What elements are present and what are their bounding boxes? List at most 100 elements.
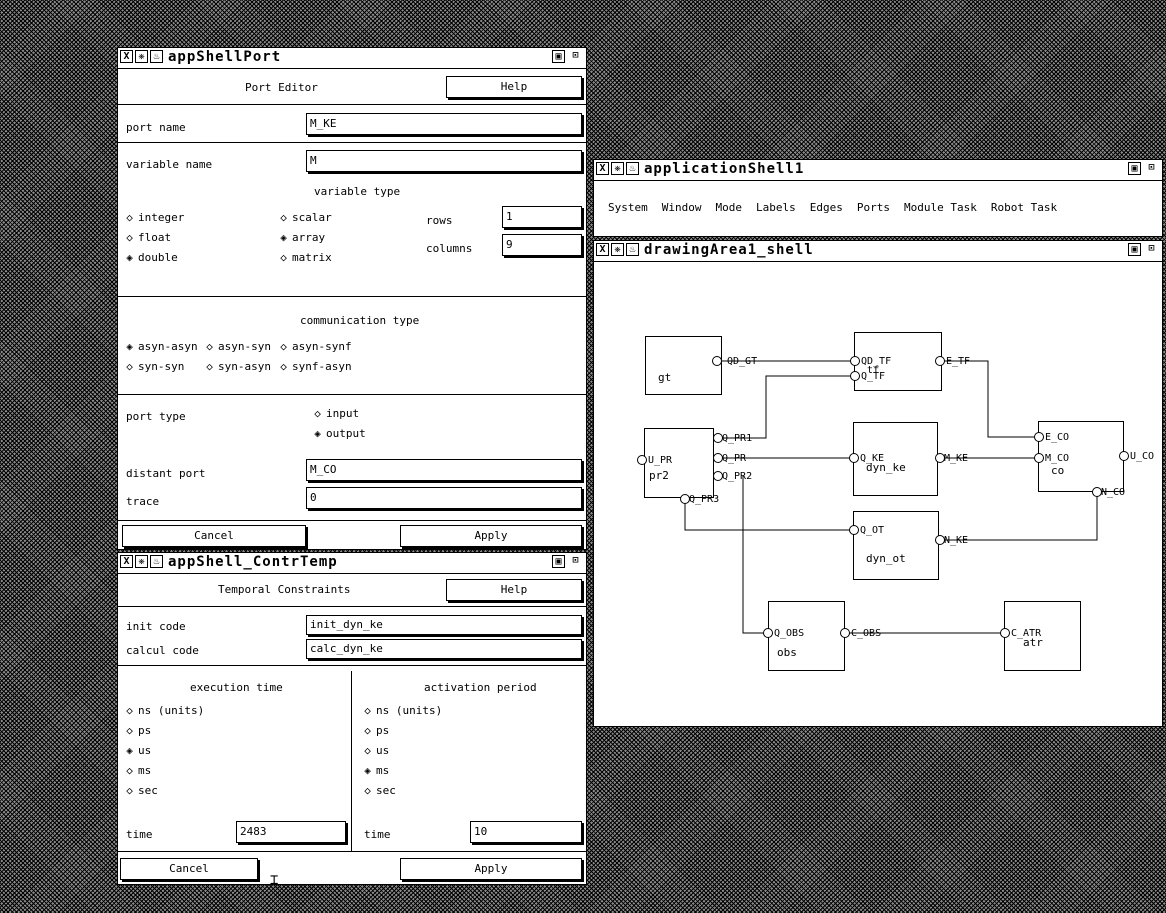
help-button[interactable]: Help [446,579,582,601]
type-radio-float[interactable]: ◇ float [124,231,171,244]
comm-radio-syn-asyn[interactable]: ◇ syn-asyn [204,360,271,373]
exec-unit-radio[interactable]: ◇ ps [124,724,151,737]
port-qd_gt[interactable] [712,356,722,366]
iconify-icon[interactable]: ♨ [626,243,639,256]
port-qd_tf[interactable] [850,356,860,366]
port-type-radio-output[interactable]: ◈ output [312,427,366,440]
port-m_co[interactable] [1034,453,1044,463]
exec-unit-radio[interactable]: ◇ ns (units) [124,704,204,717]
columns-label: columns [426,242,473,255]
init-code-field[interactable]: init_dyn_ke [306,615,582,635]
x-logo-icon[interactable]: X [596,243,609,256]
exec-unit-radio[interactable]: ◇ sec [124,784,158,797]
wire[interactable] [742,476,768,634]
menu-window[interactable]: Window [662,201,702,214]
x-logo-icon[interactable]: X [120,555,133,568]
variable-name-field[interactable]: M [306,150,582,172]
comm-radio-asyn-syn[interactable]: ◇ asyn-syn [204,340,271,353]
port-u_co[interactable] [1119,451,1129,461]
cancel-button[interactable]: Cancel [122,525,306,547]
menu-robot-task[interactable]: Robot Task [991,201,1057,214]
port-name-field[interactable]: M_KE [306,113,582,135]
act-unit-radio[interactable]: ◇ us [362,744,389,757]
type-radio-array[interactable]: ◈ array [278,231,325,244]
minimize-icon[interactable]: ▣ [1128,162,1141,175]
port-u_pr[interactable] [637,455,647,465]
port-label: C_ATR [1011,628,1042,639]
act-time-field[interactable]: 10 [470,821,582,843]
wire[interactable] [940,492,1098,541]
port-label: Q_OT [860,525,885,536]
x-logo-icon[interactable]: X [120,50,133,63]
port-e_tf[interactable] [935,356,945,366]
x-logo-icon[interactable]: X [596,162,609,175]
calcul-code-field[interactable]: calc_dyn_ke [306,639,582,659]
port-e_co[interactable] [1034,432,1044,442]
port-q_obs[interactable] [763,628,773,638]
port-type-radio-input[interactable]: ◇ input [312,407,359,420]
window-menu-icon[interactable]: ❋ [611,243,624,256]
apply-button[interactable]: Apply [400,858,582,880]
comm-radio-asyn-asyn[interactable]: ◈ asyn-asyn [124,340,197,353]
type-radio-scalar[interactable]: ◇ scalar [278,211,332,224]
contr-temp-titlebar[interactable]: X ❋ ♨ appShell_ContrTemp ▣ ⊡ [118,553,586,574]
type-radio-matrix[interactable]: ◇ matrix [278,251,332,264]
window-menu-icon[interactable]: ❋ [611,162,624,175]
act-unit-radio[interactable]: ◇ ns (units) [362,704,442,717]
drawing-canvas[interactable]: gt pr2 dyn_ke co dyn_ot obs atr tf QD_GT QD_TF Q_T… [594,262,1162,726]
menu-edges[interactable]: Edges [810,201,843,214]
apply-button[interactable]: Apply [400,525,582,547]
comm-radio-syn-syn[interactable]: ◇ syn-syn [124,360,184,373]
minimize-icon[interactable]: ▣ [552,555,565,568]
menu-ports[interactable]: Ports [857,201,890,214]
minimize-icon[interactable]: ▣ [1128,243,1141,256]
maximize-icon[interactable]: ⊡ [1145,243,1158,256]
trace-field[interactable]: 0 [306,487,582,509]
act-unit-radio[interactable]: ◇ ps [362,724,389,737]
comm-radio-synf-asyn[interactable]: ◇ synf-asyn [278,360,351,373]
wire[interactable] [765,375,855,406]
minimize-icon[interactable]: ▣ [552,50,565,63]
menu-mode[interactable]: Mode [716,201,743,214]
menu-labels[interactable]: Labels [756,201,796,214]
rows-field[interactable]: 1 [502,206,582,228]
maximize-icon[interactable]: ⊡ [1145,162,1158,175]
wire[interactable] [940,360,1039,438]
radio-unselected-icon: ◇ [364,744,371,757]
exec-unit-radio[interactable]: ◈ us [124,744,151,757]
window-menu-icon[interactable]: ❋ [135,50,148,63]
port-c_obs[interactable] [840,628,850,638]
comm-radio-asyn-synf[interactable]: ◇ asyn-synf [278,340,351,353]
cancel-button[interactable]: Cancel [120,858,258,880]
type-radio-integer[interactable]: ◇ integer [124,211,184,224]
act-unit-radio[interactable]: ◈ ms [362,764,389,777]
window-menu-icon[interactable]: ❋ [135,555,148,568]
port-q_ot[interactable] [849,525,859,535]
drawing-titlebar[interactable]: X ❋ ♨ drawingArea1_shell ▣ ⊡ [594,241,1162,262]
port-editor-titlebar[interactable]: X ❋ ♨ appShellPort ▣ ⊡ [118,48,586,69]
exec-unit-radio[interactable]: ◇ ms [124,764,151,777]
maximize-icon[interactable]: ⊡ [569,555,582,568]
act-unit-radio[interactable]: ◇ sec [362,784,396,797]
port-label: M_KE [944,453,969,464]
port-q_tf[interactable] [850,371,860,381]
maximize-icon[interactable]: ⊡ [569,50,582,63]
help-button[interactable]: Help [446,76,582,98]
iconify-icon[interactable]: ♨ [150,50,163,63]
module-node-gt[interactable]: gt [645,336,722,395]
app-shell-titlebar[interactable]: X ❋ ♨ applicationShell1 ▣ ⊡ [594,160,1162,181]
radio-unselected-icon: ◇ [280,251,287,264]
port-label: M_CO [1045,453,1070,464]
columns-field[interactable]: 9 [502,234,582,256]
distant-port-field[interactable]: M_CO [306,459,582,481]
module-node-dyn_ot[interactable]: dyn_ot [853,511,939,580]
menu-module-task[interactable]: Module Task [904,201,977,214]
port-q_ke[interactable] [849,453,859,463]
exec-time-field[interactable]: 2483 [236,821,346,843]
type-radio-double[interactable]: ◈ double [124,251,178,264]
iconify-icon[interactable]: ♨ [626,162,639,175]
menu-system[interactable]: System [608,201,648,214]
trace-label: trace [126,495,160,508]
iconify-icon[interactable]: ♨ [150,555,163,568]
port-c_atr[interactable] [1000,628,1010,638]
